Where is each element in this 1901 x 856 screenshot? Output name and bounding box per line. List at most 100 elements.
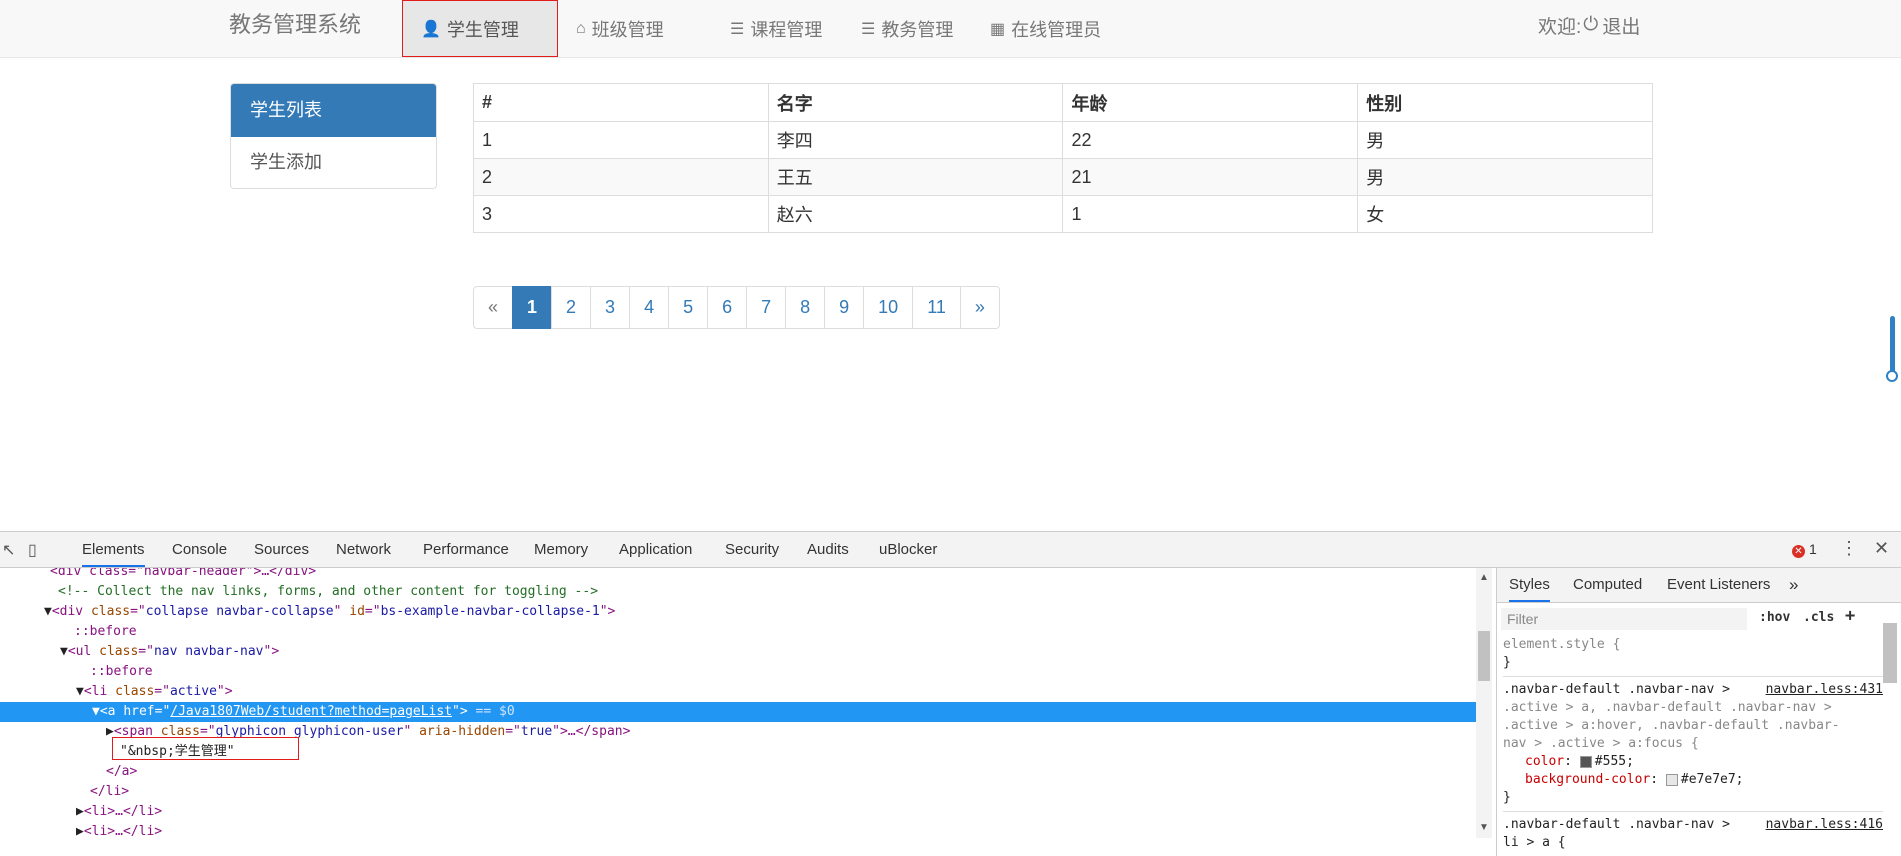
selector-text: .navbar-default .navbar-nav > [1503,817,1730,832]
dom-node[interactable]: ▶<li>…</li> [0,802,1476,822]
styles-scroll-thumb[interactable] [1883,623,1897,683]
nav-academic-management[interactable]: ☰ 教务管理 [843,0,971,57]
element-style-rule[interactable]: element.style { [1503,636,1883,654]
color-swatch[interactable] [1579,755,1592,768]
rule-selector: .active > a, .navbar-default .navbar-nav… [1503,700,1832,715]
page-scroll-knob[interactable] [1886,370,1898,382]
selector-text: .navbar-default .navbar-nav > [1503,682,1730,697]
scroll-down-icon[interactable]: ▼ [1479,822,1489,833]
tab-styles[interactable]: Styles [1509,568,1550,602]
nav-student-management[interactable]: 👤 学生管理 [402,0,558,57]
dom-node[interactable]: </li> [0,782,1476,802]
tab-security[interactable]: Security [725,532,779,567]
dom-attr-value: nav navbar-nav [153,644,264,659]
tab-performance[interactable]: Performance [423,532,509,567]
nav-class-management[interactable]: ⌂ 班级管理 [558,0,682,57]
page-7[interactable]: 7 [746,286,787,329]
dom-text: </li> [90,784,130,799]
dom-text: <!-- Collect the nav links, forms, and o… [58,584,599,599]
dom-tree: <div class="navbar-header">…</div> <!-- … [0,568,1476,838]
dom-scroll-thumb[interactable] [1478,631,1490,681]
css-declaration[interactable]: background-color: #e7e7e7; [1503,771,1883,789]
page-9[interactable]: 9 [824,286,865,329]
tab-sources[interactable]: Sources [254,532,309,567]
inspect-icon[interactable]: ↖ [2,540,15,560]
scroll-up-icon[interactable]: ▲ [1479,572,1489,583]
home-icon: ⌂ [576,19,586,37]
nav-label: 班级管理 [591,19,664,40]
tab-memory[interactable]: Memory [534,532,588,567]
tab-audits[interactable]: Audits [807,532,849,567]
dom-node[interactable]: ▼<div class="collapse navbar-collapse" i… [0,602,1476,622]
tab-ublocker[interactable]: uBlocker [879,532,937,567]
dom-tag: div [59,604,84,619]
page-8[interactable]: 8 [785,286,826,329]
page-next[interactable]: » [959,286,1000,329]
page-10[interactable]: 10 [863,286,914,329]
rule-selector: nav > .active > a:focus { [1503,736,1699,751]
dom-comment[interactable]: <!-- Collect the nav links, forms, and o… [0,582,1476,602]
styles-filter-input[interactable]: Filter [1501,608,1747,630]
error-counter[interactable]: ✕ 1 [1792,541,1817,558]
page-5[interactable]: 5 [668,286,709,329]
css-declaration[interactable]: color: #555; [1503,753,1883,771]
cls-toggle[interactable]: .cls [1803,610,1834,625]
logout-link[interactable]: 退出 [1602,12,1640,39]
nav-online-admin[interactable]: ▦ 在线管理员 [972,0,1119,57]
dom-attr-value: collapse navbar-collapse [145,604,334,619]
cell-name: 赵六 [767,195,1064,233]
page-scrollbar[interactable] [1890,316,1895,376]
page-11[interactable]: 11 [912,286,961,329]
table-row: 1 李四 22 男 [473,121,1653,159]
dom-node[interactable]: ▶<li>…</li> [0,822,1476,838]
rule-selector: li > a { [1503,835,1566,850]
dom-node[interactable]: ▼<ul class="nav navbar-nav"> [0,642,1476,662]
tab-computed[interactable]: Computed [1573,568,1642,602]
dom-node-selected[interactable]: ▼<a href="/Java1807Web/student?method=pa… [0,702,1476,722]
dom-pseudo[interactable]: ::before [0,662,1476,682]
pagination: « 1 2 3 4 5 6 7 8 9 10 11 » [473,286,1000,329]
cell-age: 22 [1062,121,1359,159]
nav-label: 在线管理员 [1011,19,1102,40]
sidebar-item-student-list[interactable]: 学生列表 [231,84,436,137]
css-prop: background-color [1525,772,1651,787]
sidebar-item-student-add[interactable]: 学生添加 [231,137,436,188]
more-options-icon[interactable]: ⋮ [1840,538,1858,559]
tab-console[interactable]: Console [172,532,227,567]
page-1[interactable]: 1 [512,286,553,329]
page-4[interactable]: 4 [629,286,670,329]
page-prev[interactable]: « [473,286,514,329]
dom-pseudo[interactable]: ::before [0,622,1476,642]
rule-close: } [1503,790,1511,805]
tab-elements[interactable]: Elements [82,532,145,567]
highlight-box [112,737,299,760]
source-link[interactable]: navbar.less:416 [1766,816,1883,834]
tab-event-listeners[interactable]: Event Listeners [1667,568,1770,602]
page-3[interactable]: 3 [590,286,631,329]
source-link[interactable]: navbar.less:431 [1766,681,1883,699]
error-count: 1 [1809,541,1817,557]
dom-href-link[interactable]: /Java1807Web/student?method=pageList [170,704,452,719]
dom-scrollbar[interactable]: ▲ ▼ [1476,568,1492,838]
table-row: 3 赵六 1 女 [473,195,1653,233]
hov-toggle[interactable]: :hov [1759,610,1790,625]
add-rule-icon[interactable]: + [1845,606,1855,626]
chevron-more-icon[interactable]: » [1789,568,1798,602]
tab-network[interactable]: Network [336,532,391,567]
color-swatch[interactable] [1665,773,1678,786]
close-icon[interactable]: ✕ [1874,538,1889,559]
user-area: 欢迎: ⏻ 退出 [1538,0,1640,50]
cell-gender: 男 [1357,121,1653,159]
rule-selector: .navbar-default .navbar-nav > navbar.less… [1503,681,1883,699]
dom-node[interactable]: </a> [0,762,1476,782]
dom-node[interactable]: <div class="navbar-header">…</div> [0,568,1476,582]
page-6[interactable]: 6 [707,286,748,329]
device-toggle-icon[interactable]: ▯ [28,540,37,560]
dom-node[interactable]: ▼<li class="active"> [0,682,1476,702]
nav-course-management[interactable]: ☰ 课程管理 [712,0,840,57]
page-2[interactable]: 2 [551,286,592,329]
css-prop: color [1525,754,1565,769]
tab-application[interactable]: Application [619,532,692,567]
devtools-toolbar: ↖ ▯ Elements Console Sources Network Per… [0,532,1901,568]
brand[interactable]: 教务管理系统 [229,10,361,40]
